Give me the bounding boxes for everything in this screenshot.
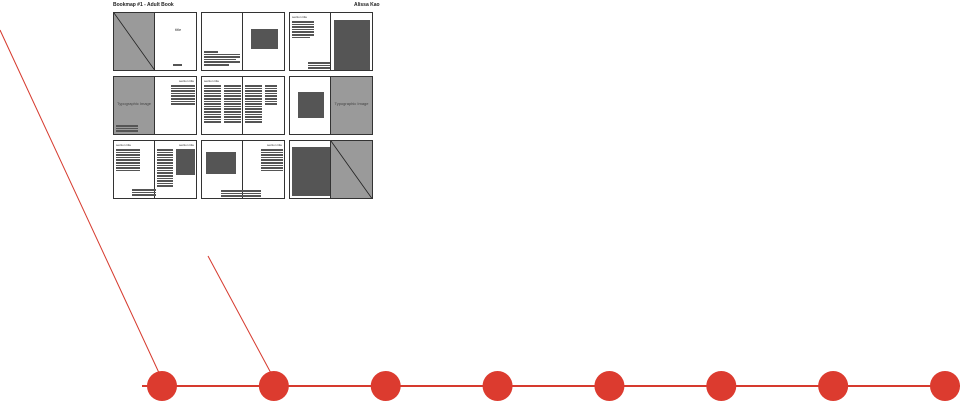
typographic-image-label: Typographic Image xyxy=(334,101,369,106)
section-title-label: section title xyxy=(292,15,308,19)
spread-8-right-page: section title xyxy=(221,141,284,198)
text-block xyxy=(204,51,240,67)
spread-6-right-page: Typographic Image xyxy=(331,77,372,134)
spread-6-left-page xyxy=(290,77,331,134)
text-block xyxy=(157,149,173,188)
timeline-node-8[interactable] xyxy=(930,371,960,401)
spread-3[interactable]: section title xyxy=(289,12,373,71)
spread-7-right-page: section title xyxy=(155,141,196,198)
text-block xyxy=(171,85,195,106)
spread-9-left-page xyxy=(290,141,331,198)
image-placeholder xyxy=(206,152,236,174)
spread-9-right-page xyxy=(331,141,372,198)
bookmap-grid: title section title Typographic Image se… xyxy=(113,12,375,202)
spread-7-left-page: section title xyxy=(114,141,156,198)
section-title-label: section title xyxy=(204,79,220,83)
text-block xyxy=(261,149,283,172)
image-placeholder xyxy=(298,92,324,118)
text-block xyxy=(221,190,261,198)
spread-1-right-page: title xyxy=(155,13,196,70)
section-title-label: section title xyxy=(266,143,282,147)
text-block xyxy=(173,64,182,66)
spread-5-right-page xyxy=(243,77,284,134)
spread-3-left-page: section title xyxy=(290,13,331,70)
title-label: title xyxy=(175,27,182,32)
text-block xyxy=(116,149,140,172)
spread-9[interactable] xyxy=(289,140,373,199)
spread-6[interactable]: Typographic Image xyxy=(289,76,373,135)
image-placeholder xyxy=(251,29,278,49)
spread-1[interactable]: title xyxy=(113,12,197,71)
diagonal-line xyxy=(331,141,372,198)
spread-5[interactable]: section title xyxy=(201,76,285,135)
spread-3-right-page xyxy=(331,13,372,70)
section-title-label: section title xyxy=(178,79,194,83)
author-name: Alissa Kao xyxy=(354,2,380,8)
spread-7[interactable]: section title section title xyxy=(113,140,197,199)
section-title-label: section title xyxy=(116,143,132,147)
text-block xyxy=(265,85,277,106)
bookmap-title: Bookmap #1 - Adult Book xyxy=(113,2,174,8)
timeline-node-2[interactable] xyxy=(258,371,289,401)
text-block xyxy=(224,85,241,124)
text-block xyxy=(132,189,156,197)
spread-2-left-page xyxy=(202,13,243,70)
spread-4-right-page: section title xyxy=(155,77,196,134)
text-block xyxy=(292,21,314,39)
section-title-label: section title xyxy=(178,143,194,147)
timeline-node-4[interactable] xyxy=(482,371,513,401)
text-block xyxy=(116,125,138,133)
text-block xyxy=(204,85,221,124)
spread-2[interactable] xyxy=(201,12,285,71)
spread-8[interactable]: section title xyxy=(201,140,285,199)
diagonal-line xyxy=(114,13,156,70)
text-block xyxy=(245,85,262,124)
timeline-node-7[interactable] xyxy=(818,371,849,401)
image-placeholder xyxy=(334,20,370,70)
spread-1-left-page xyxy=(114,13,156,70)
text-block xyxy=(308,62,330,70)
timeline-node-5[interactable] xyxy=(594,371,625,401)
spread-2-right-page xyxy=(243,13,284,70)
connector-line-2 xyxy=(207,255,273,376)
spread-5-left-page: section title xyxy=(202,77,243,134)
typographic-image-label: Typographic Image xyxy=(116,101,152,106)
image-placeholder xyxy=(292,147,330,196)
image-placeholder xyxy=(176,149,195,175)
timeline-node-3[interactable] xyxy=(370,371,401,401)
timeline-node-6[interactable] xyxy=(706,371,737,401)
timeline-node-1[interactable] xyxy=(147,371,177,401)
spread-4[interactable]: Typographic Image section title xyxy=(113,76,197,135)
